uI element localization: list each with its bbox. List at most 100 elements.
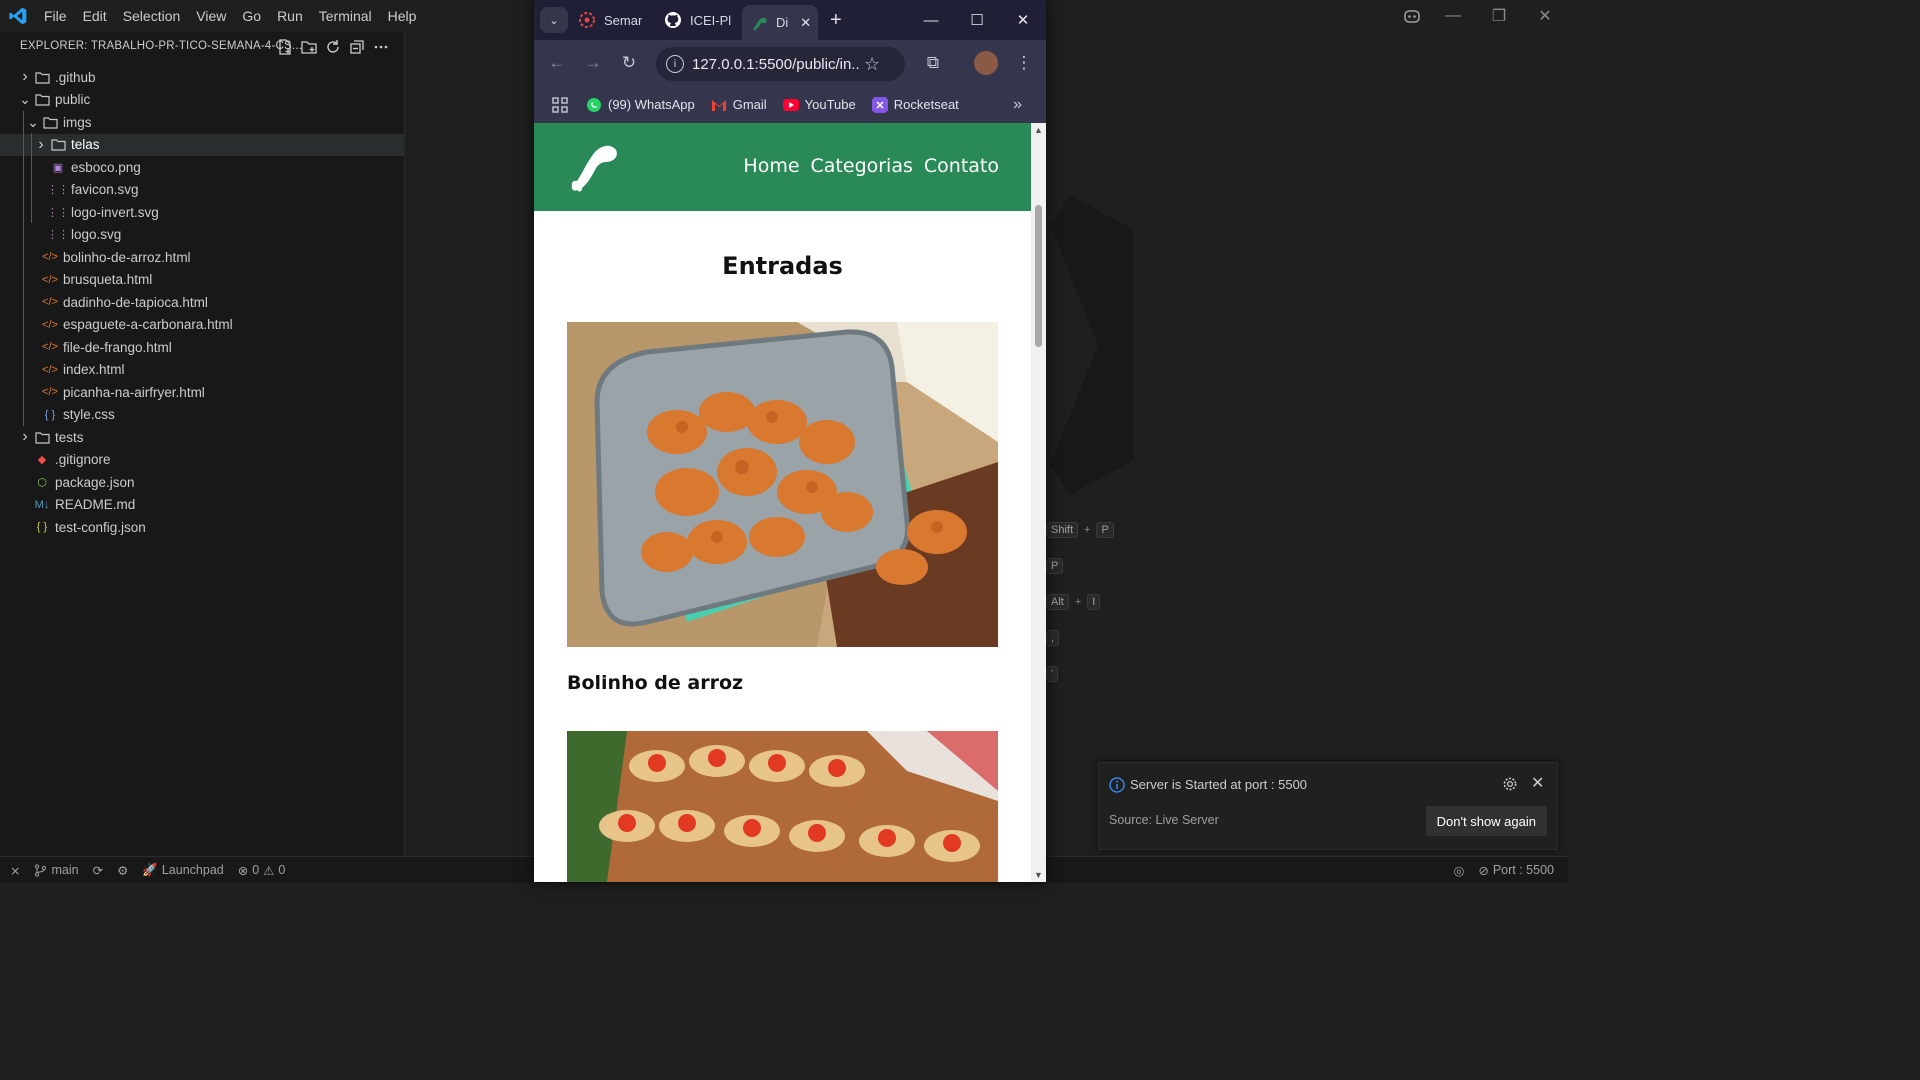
source-control-graph-icon[interactable]: ⚙: [117, 863, 128, 878]
semana-icon: [579, 12, 595, 28]
forward-icon[interactable]: →: [582, 52, 604, 74]
close-notification-icon[interactable]: ✕: [1531, 773, 1544, 793]
tree-folder[interactable]: › .github: [0, 66, 404, 89]
menu-run[interactable]: Run: [269, 8, 311, 24]
scroll-down-icon[interactable]: ▼: [1034, 870, 1043, 880]
tree-file[interactable]: </> bolinho-de-arroz.html: [0, 246, 404, 269]
close-tab-icon[interactable]: ✕: [800, 15, 811, 31]
tree-file[interactable]: ⋮⋮ logo.svg: [0, 224, 404, 247]
browser-tab-1[interactable]: Semar: [578, 5, 654, 35]
menu-edit[interactable]: Edit: [75, 8, 115, 24]
site-info-icon[interactable]: i: [666, 55, 684, 73]
tree-file[interactable]: </> index.html: [0, 359, 404, 382]
gmail-icon: [711, 99, 726, 111]
browser-close-icon[interactable]: ✕: [1000, 11, 1046, 29]
menu-kebab-icon[interactable]: ⋮: [1013, 52, 1035, 74]
back-icon[interactable]: ←: [546, 52, 568, 74]
tree-file[interactable]: ▣ esboco.png: [0, 156, 404, 179]
scroll-up-icon[interactable]: ▲: [1034, 125, 1043, 135]
copilot-status-icon[interactable]: ◎: [1453, 863, 1464, 878]
menu-terminal[interactable]: Terminal: [311, 8, 380, 24]
bookmark-rocketseat[interactable]: Rocketseat: [871, 96, 959, 113]
tree-file[interactable]: ⬡ package.json: [0, 471, 404, 494]
close-icon[interactable]: ✕: [1522, 6, 1568, 26]
tab-search-button[interactable]: ⌄: [540, 7, 568, 33]
bookmark-star-icon[interactable]: ☆: [864, 54, 880, 75]
tree-file[interactable]: { } style.css: [0, 404, 404, 427]
notification-toast: Server is Started at port : 5500 ✕ Sourc…: [1098, 762, 1558, 850]
remote-icon[interactable]: ⨯: [10, 863, 20, 878]
more-bookmarks-icon[interactable]: »: [1013, 96, 1022, 114]
refresh-icon[interactable]: [324, 38, 342, 56]
gear-icon[interactable]: [1502, 776, 1518, 792]
folder-icon: [34, 69, 50, 85]
bookmark-whatsapp[interactable]: (99) WhatsApp: [586, 97, 695, 113]
nav-contato[interactable]: Contato: [924, 155, 999, 177]
launchpad-item[interactable]: 🚀 Launchpad: [142, 863, 223, 878]
restore-icon[interactable]: ❐: [1476, 6, 1522, 26]
recipe-title[interactable]: Bolinho de arroz: [567, 672, 743, 694]
tree-folder[interactable]: › telas: [0, 133, 404, 156]
site-logo-icon[interactable]: [564, 138, 618, 192]
keycap: P: [1046, 558, 1064, 574]
tree-file[interactable]: </> file-de-frango.html: [0, 336, 404, 359]
tree-item-label: .gitignore: [55, 452, 111, 468]
folder-icon: [42, 114, 58, 130]
new-file-icon[interactable]: [276, 38, 294, 56]
page-scrollbar[interactable]: ▲ ▼: [1031, 123, 1046, 882]
site-logo-icon: [753, 17, 767, 31]
branch-indicator[interactable]: main: [34, 863, 79, 877]
no-entry-icon: ⊘: [1478, 863, 1489, 878]
extensions-icon[interactable]: ⧉: [922, 52, 944, 74]
copilot-icon[interactable]: [1402, 6, 1422, 26]
bolinho-de-arroz-image[interactable]: [567, 322, 998, 647]
plus-separator: +: [1074, 596, 1082, 608]
nav-home[interactable]: Home: [743, 155, 799, 177]
address-bar[interactable]: i 127.0.0.1:5500/public/in... ☆: [656, 47, 905, 81]
tree-folder[interactable]: › tests: [0, 426, 404, 449]
bookmark-gmail[interactable]: Gmail: [711, 97, 767, 112]
browser-tab-2[interactable]: ICEI-Pl: [664, 5, 740, 35]
minimize-icon[interactable]: —: [1430, 7, 1476, 25]
html-file-icon: </>: [42, 251, 58, 264]
tree-file[interactable]: </> dadinho-de-tapioca.html: [0, 291, 404, 314]
tree-file[interactable]: { } test-config.json: [0, 516, 404, 539]
dont-show-again-button[interactable]: Don't show again: [1425, 806, 1547, 836]
menu-selection[interactable]: Selection: [115, 8, 189, 24]
new-tab-icon[interactable]: +: [830, 9, 842, 32]
scrollbar-thumb[interactable]: [1035, 205, 1042, 347]
menu-go[interactable]: Go: [234, 8, 269, 24]
browser-maximize-icon[interactable]: ☐: [954, 11, 1000, 29]
tree-file[interactable]: </> brusqueta.html: [0, 269, 404, 292]
brusqueta-image[interactable]: [567, 731, 998, 882]
tree-folder[interactable]: ⌄ imgs: [0, 111, 404, 134]
shortcut-row: Shift + P: [1046, 512, 1114, 548]
bookmark-youtube[interactable]: YouTube: [782, 97, 856, 112]
reload-icon[interactable]: ↻: [618, 52, 640, 74]
tree-file[interactable]: ⋮⋮ favicon.svg: [0, 179, 404, 202]
shortcut-hints: Shift + P P Alt + I, ': [1046, 512, 1114, 692]
collapse-all-icon[interactable]: [348, 38, 366, 56]
explorer-sidebar: EXPLORER: TRABALHO-PR-TICO-SEMANA-4-CS..…: [0, 32, 405, 856]
menu-file[interactable]: File: [36, 8, 75, 24]
keycap: ,: [1046, 630, 1060, 646]
apps-grid-icon[interactable]: [552, 96, 568, 113]
nav-categorias[interactable]: Categorias: [811, 155, 913, 177]
problems-indicator[interactable]: ⊗ 0 ⚠ 0: [238, 863, 286, 878]
sync-icon[interactable]: ⟳: [93, 863, 103, 878]
profile-avatar[interactable]: [974, 51, 998, 75]
tree-file[interactable]: ◆ .gitignore: [0, 449, 404, 472]
tree-folder[interactable]: ⌄ public: [0, 89, 404, 112]
more-actions-icon[interactable]: [372, 38, 390, 56]
tree-file[interactable]: </> picanha-na-airfryer.html: [0, 381, 404, 404]
tree-file[interactable]: M↓ README.md: [0, 494, 404, 517]
menu-view[interactable]: View: [188, 8, 234, 24]
live-server-port[interactable]: ⊘ Port : 5500: [1478, 863, 1554, 878]
menu-help[interactable]: Help: [380, 8, 425, 24]
browser-window: ⌄ Semar ICEI-Pl Di ✕ + — ☐ ✕ ← → ↻ i 127…: [534, 0, 1046, 882]
browser-minimize-icon[interactable]: —: [908, 12, 954, 29]
browser-tab-3-active[interactable]: Di ✕: [742, 5, 818, 40]
tree-file[interactable]: ⋮⋮ logo-invert.svg: [0, 201, 404, 224]
tree-file[interactable]: </> espaguete-a-carbonara.html: [0, 314, 404, 337]
new-folder-icon[interactable]: [300, 38, 318, 56]
